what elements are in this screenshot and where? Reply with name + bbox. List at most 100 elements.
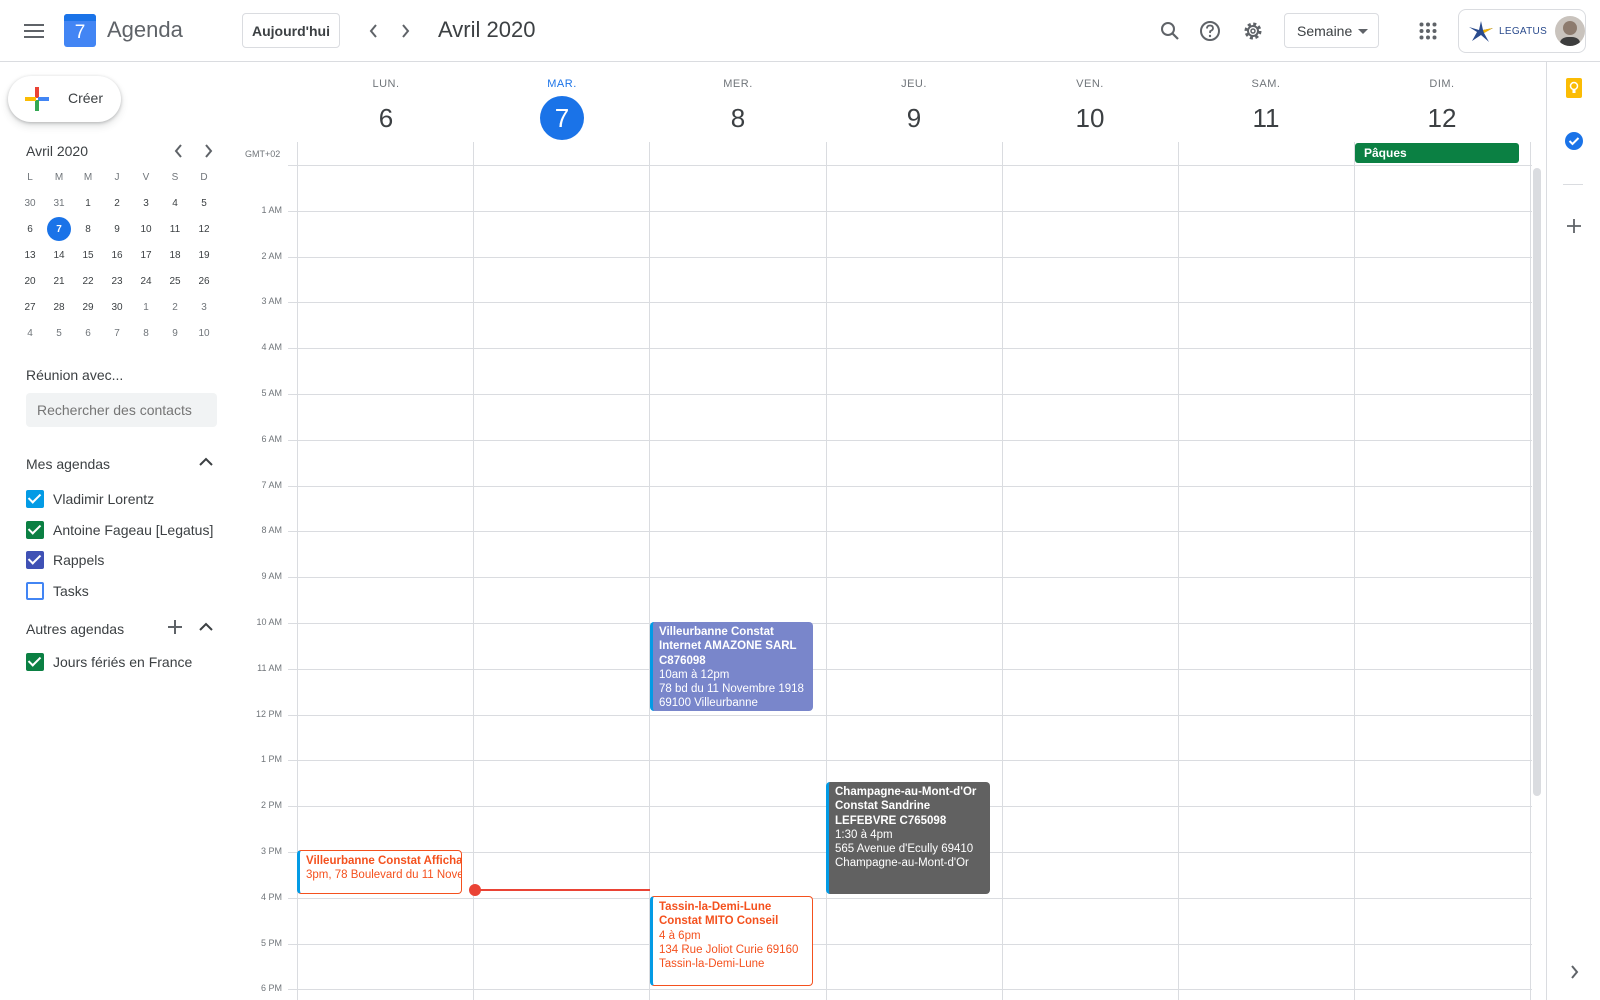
mini-calendar-day[interactable]: 9 (163, 321, 187, 345)
calendar-checkbox[interactable] (26, 551, 44, 569)
mini-calendar-day[interactable]: 11 (163, 217, 187, 241)
day-number[interactable]: 6 (364, 96, 408, 140)
day-number[interactable]: 7 (540, 96, 584, 140)
calendar-item[interactable]: Antoine Fageau [Legatus] (26, 518, 226, 542)
mini-weekday-header: L (27, 171, 33, 183)
mini-calendar-day[interactable]: 14 (47, 243, 71, 267)
apps-button[interactable] (1408, 11, 1448, 51)
collapse-my-calendars-button[interactable] (188, 444, 224, 480)
mini-calendar-day[interactable]: 5 (192, 191, 216, 215)
mini-calendar-day[interactable]: 27 (18, 295, 42, 319)
day-number[interactable]: 8 (716, 96, 760, 140)
mini-calendar-day[interactable]: 1 (76, 191, 100, 215)
event-champagne[interactable]: Champagne-au-Mont-d'Or Constat Sandrine … (826, 782, 990, 894)
mini-calendar-day[interactable]: 20 (18, 269, 42, 293)
mini-calendar-day[interactable]: 21 (47, 269, 71, 293)
search-contacts-input[interactable] (26, 393, 217, 427)
mini-calendar-day[interactable]: 23 (105, 269, 129, 293)
day-number[interactable]: 11 (1244, 96, 1288, 140)
top-bar: 7 Agenda Aujourd'hui Avril 2020 Semaine … (0, 0, 1600, 62)
get-addons-button[interactable] (1554, 206, 1594, 246)
calendar-item[interactable]: Vladimir Lorentz (26, 487, 226, 511)
mini-calendar-day[interactable]: 10 (192, 321, 216, 345)
day-header[interactable]: MAR. 7 (474, 72, 650, 140)
day-name: DIM. (1429, 78, 1455, 90)
collapse-other-calendars-button[interactable] (188, 609, 224, 645)
calendar-checkbox[interactable] (26, 520, 44, 539)
mini-calendar-day[interactable]: 17 (134, 243, 158, 267)
mini-calendar-day[interactable]: 9 (105, 217, 129, 241)
search-button[interactable] (1150, 11, 1190, 51)
mini-calendar-day[interactable]: 8 (76, 217, 100, 241)
calendar-checkbox[interactable] (26, 653, 44, 671)
today-button[interactable]: Aujourd'hui (242, 13, 340, 48)
mini-calendar-day[interactable]: 30 (105, 295, 129, 319)
mini-calendar-day[interactable]: 26 (192, 269, 216, 293)
tasks-button[interactable] (1554, 121, 1594, 161)
mini-calendar-day[interactable]: 13 (18, 243, 42, 267)
mini-calendar-day[interactable]: 7 (47, 217, 71, 241)
mini-calendar-day[interactable]: 25 (163, 269, 187, 293)
mini-weekday-header: D (200, 171, 208, 183)
create-event-button[interactable]: Créer (8, 76, 121, 122)
chevron-left-icon (174, 144, 182, 158)
user-avatar[interactable] (1555, 16, 1585, 46)
mini-calendar-day[interactable]: 6 (18, 217, 42, 241)
keep-button[interactable] (1554, 68, 1594, 108)
grid-scrollbar[interactable] (1533, 168, 1541, 796)
event-villeurbanne-internet[interactable]: Villeurbanne Constat Internet AMAZONE SA… (650, 622, 813, 711)
mini-calendar-day[interactable]: 18 (163, 243, 187, 267)
mini-calendar-day[interactable]: 16 (105, 243, 129, 267)
day-header[interactable]: LUN. 6 (298, 72, 474, 140)
mini-calendar-day[interactable]: 29 (76, 295, 100, 319)
mini-calendar-day[interactable]: 24 (134, 269, 158, 293)
event-villeurbanne-affichage[interactable]: Villeurbanne Constat Affichage 3pm, 78 B… (297, 850, 462, 894)
mini-calendar-day[interactable]: 12 (192, 217, 216, 241)
mini-calendar-day[interactable]: 7 (105, 321, 129, 345)
day-number[interactable]: 10 (1068, 96, 1112, 140)
day-header[interactable]: SAM. 11 (1178, 72, 1354, 140)
calendar-checkbox[interactable] (26, 490, 44, 508)
mini-calendar-day[interactable]: 8 (134, 321, 158, 345)
mini-calendar-day[interactable]: 3 (192, 295, 216, 319)
mini-calendar-day[interactable]: 10 (134, 217, 158, 241)
mini-calendar-day[interactable]: 6 (76, 321, 100, 345)
grid-hour-line (288, 348, 1532, 350)
app-name: Agenda (107, 17, 183, 42)
account-switcher[interactable]: LEGATUS (1458, 9, 1586, 53)
day-header[interactable]: MER. 8 (650, 72, 826, 140)
chevron-right-icon (205, 144, 213, 158)
calendar-item[interactable]: Jours fériés en France (26, 650, 226, 674)
mini-calendar-day[interactable]: 30 (18, 191, 42, 215)
mini-calendar-day[interactable]: 28 (47, 295, 71, 319)
next-week-button[interactable] (385, 11, 425, 51)
mini-calendar-day[interactable]: 5 (47, 321, 71, 345)
main-menu-button[interactable] (14, 11, 54, 51)
help-button[interactable] (1190, 11, 1230, 51)
mini-calendar-day[interactable]: 2 (105, 191, 129, 215)
day-header[interactable]: JEU. 9 (826, 72, 1002, 140)
calendar-item[interactable]: Rappels (26, 548, 226, 572)
side-panel (1546, 62, 1600, 1000)
calendar-item[interactable]: Tasks (26, 579, 226, 603)
day-number[interactable]: 12 (1420, 96, 1464, 140)
hide-side-panel-button[interactable] (1554, 952, 1594, 992)
day-number[interactable]: 9 (892, 96, 936, 140)
mini-calendar-day[interactable]: 19 (192, 243, 216, 267)
calendar-checkbox[interactable] (26, 581, 44, 600)
mini-calendar-day[interactable]: 15 (76, 243, 100, 267)
day-header[interactable]: DIM. 12 (1354, 72, 1530, 140)
mini-calendar-day[interactable]: 1 (134, 295, 158, 319)
view-selector[interactable]: Semaine (1284, 13, 1379, 48)
settings-button[interactable] (1233, 11, 1273, 51)
mini-calendar-day[interactable]: 31 (47, 191, 71, 215)
mini-calendar-day[interactable]: 4 (18, 321, 42, 345)
mini-calendar-day[interactable]: 22 (76, 269, 100, 293)
event-tassin[interactable]: Tassin-la-Demi-Lune Constat MITO Conseil… (650, 896, 813, 986)
mini-calendar-day[interactable]: 2 (163, 295, 187, 319)
mini-calendar-day[interactable]: 3 (134, 191, 158, 215)
mini-next-month-button[interactable] (189, 132, 227, 170)
all-day-event-paques[interactable]: Pâques (1355, 143, 1519, 163)
mini-calendar-day[interactable]: 4 (163, 191, 187, 215)
day-header[interactable]: VEN. 10 (1002, 72, 1178, 140)
